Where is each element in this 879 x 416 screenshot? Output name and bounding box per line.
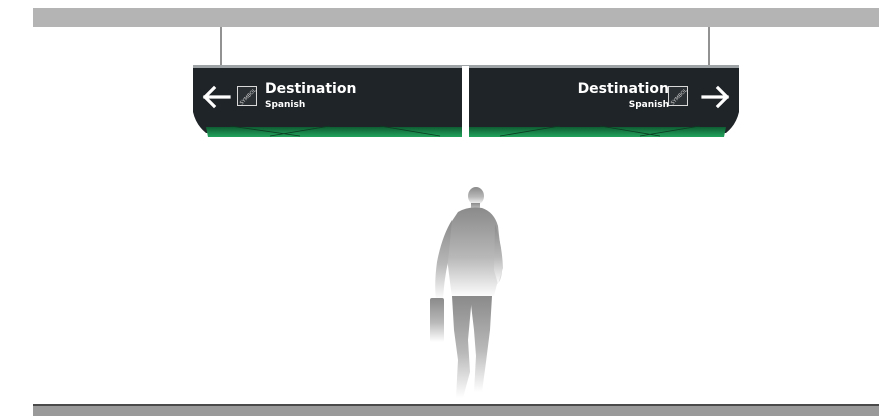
left-destination-label: Destination xyxy=(265,81,357,97)
walking-person-figure xyxy=(430,187,503,398)
right-sign-panel xyxy=(469,68,739,133)
ceiling-beam xyxy=(33,8,879,27)
right-sign-glow xyxy=(469,127,726,137)
right-language-label: Spanish xyxy=(628,100,669,110)
left-sign-glow xyxy=(206,127,462,137)
sign-divider xyxy=(462,66,469,138)
right-destination-label: Destination xyxy=(577,81,669,97)
left-language-label: Spanish xyxy=(265,100,306,110)
right-symbol-placeholder: SYMBOL xyxy=(668,86,688,106)
left-sign-panel xyxy=(193,68,462,133)
left-symbol-placeholder: SYMBOL xyxy=(237,86,257,106)
floor-edge xyxy=(33,404,879,406)
signage-illustration xyxy=(33,8,879,416)
